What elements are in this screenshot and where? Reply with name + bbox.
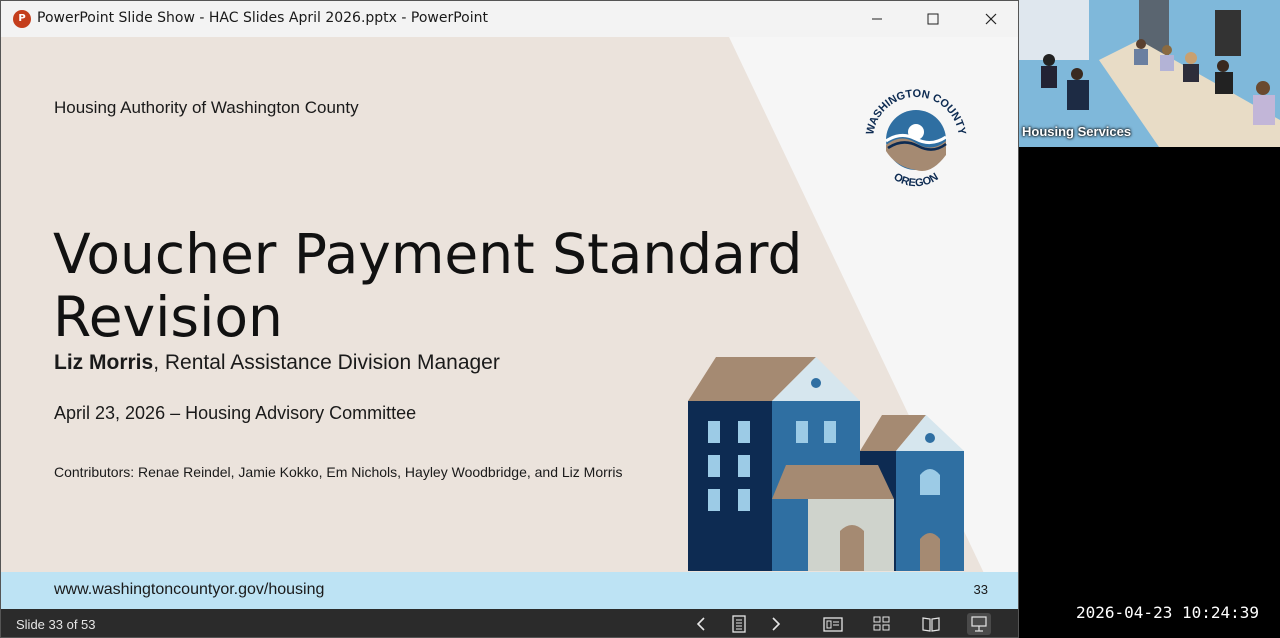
previous-slide-button[interactable] — [689, 613, 713, 635]
slide-sorter-button[interactable] — [870, 613, 894, 635]
powerpoint-icon: P — [13, 10, 31, 28]
timestamp-overlay: 2026-04-23 10:24:39 — [1076, 603, 1260, 622]
slideshow-toolbar: Slide 33 of 53 — [1, 609, 1018, 637]
notes-page-icon — [732, 615, 746, 633]
presentation-icon — [971, 616, 987, 632]
buildings-illustration — [688, 357, 964, 571]
video-feed[interactable]: Housing Services — [1019, 0, 1280, 147]
footer-url: www.washingtoncountyor.gov/housing — [54, 581, 325, 598]
reading-view-button[interactable] — [919, 613, 943, 635]
chevron-left-icon — [696, 617, 705, 631]
title-bar[interactable]: P PowerPoint Slide Show - HAC Slides Apr… — [1, 1, 1018, 37]
slideshow-view-button[interactable] — [967, 613, 991, 635]
normal-view-button[interactable] — [821, 613, 845, 635]
powerpoint-window: P PowerPoint Slide Show - HAC Slides Apr… — [0, 0, 1019, 638]
presenter-line: Liz Morris, Rental Assistance Division M… — [54, 351, 500, 375]
chevron-right-icon — [772, 617, 781, 631]
video-label: Housing Services — [1022, 124, 1132, 139]
date-line: April 23, 2026 – Housing Advisory Commit… — [54, 403, 417, 423]
slide-title: Voucher Payment Standard Revision — [53, 223, 813, 349]
close-button[interactable] — [962, 1, 1018, 37]
slide-title-line2: Revision — [53, 285, 283, 349]
normal-view-icon — [823, 617, 843, 632]
slide[interactable]: Housing Authority of Washington County V… — [1, 37, 1018, 609]
close-icon — [985, 13, 997, 25]
presenter-role: , Rental Assistance Division Manager — [153, 351, 500, 374]
slide-counter[interactable]: Slide 33 of 53 — [16, 617, 96, 632]
washington-county-logo: WASHINGTON COUNTY OREGON — [864, 88, 968, 189]
maximize-icon — [927, 13, 939, 25]
organization-name: Housing Authority of Washington County — [54, 98, 359, 117]
slide-footer: www.washingtoncountyor.gov/housing 33 — [1, 572, 1018, 609]
book-icon — [922, 617, 940, 632]
next-slide-button[interactable] — [764, 613, 788, 635]
window-title: PowerPoint Slide Show - HAC Slides April… — [37, 10, 488, 26]
slide-number: 33 — [973, 582, 988, 597]
presenter-name: Liz Morris — [54, 351, 154, 374]
contributors: Contributors: Renae Reindel, Jamie Kokko… — [54, 464, 623, 480]
slide-title-line1: Voucher Payment Standard — [53, 222, 803, 286]
grid-icon — [873, 616, 890, 631]
svg-text:OREGON: OREGON — [891, 171, 940, 189]
minimize-icon — [872, 18, 882, 20]
slide-list-button[interactable] — [727, 613, 751, 635]
minimize-button[interactable] — [848, 1, 906, 37]
maximize-button[interactable] — [904, 1, 962, 37]
